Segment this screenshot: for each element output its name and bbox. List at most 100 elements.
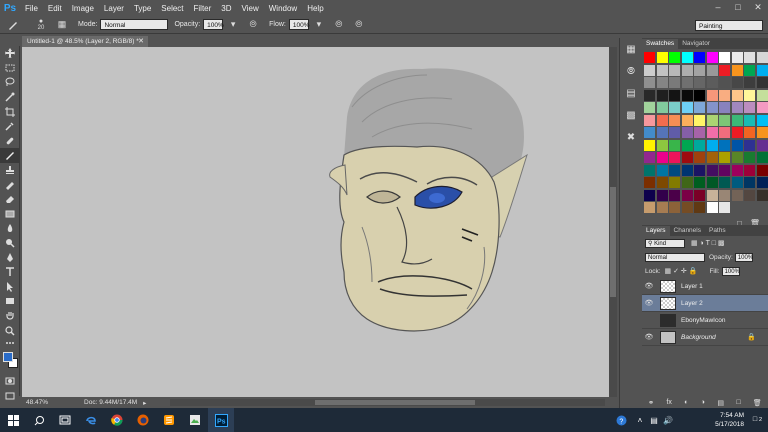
color-swatch[interactable] xyxy=(706,64,718,76)
opacity-arrow-icon[interactable]: ▾ xyxy=(226,18,240,32)
task-view-icon[interactable] xyxy=(52,408,78,432)
quick-mask-icon[interactable] xyxy=(0,374,20,389)
color-swatch[interactable] xyxy=(731,77,743,88)
color-swatch[interactable] xyxy=(694,102,705,113)
menu-window[interactable]: Window xyxy=(264,4,302,13)
color-swatch[interactable] xyxy=(656,102,668,113)
flow-arrow-icon[interactable]: ▾ xyxy=(312,18,326,32)
flow-field[interactable]: 100% xyxy=(288,19,310,30)
gradient-tool-icon[interactable] xyxy=(0,207,20,222)
canvas[interactable] xyxy=(22,47,609,397)
layer-style-icon[interactable]: fx xyxy=(666,399,671,408)
menu-help[interactable]: Help xyxy=(302,4,328,13)
color-swatch[interactable] xyxy=(669,114,680,126)
color-swatch[interactable] xyxy=(694,152,705,163)
color-swatch[interactable] xyxy=(731,52,743,63)
color-swatch[interactable] xyxy=(669,189,680,201)
brush-tool-icon[interactable] xyxy=(6,18,20,32)
tab-layers[interactable]: Layers xyxy=(642,226,670,236)
quick-select-tool-icon[interactable] xyxy=(0,90,20,105)
color-swatch[interactable] xyxy=(756,52,768,63)
doc-size-info[interactable]: Doc: 9.44M/17.4M xyxy=(84,399,137,406)
lasso-tool-icon[interactable] xyxy=(0,75,20,90)
new-group-icon[interactable]: ▤ xyxy=(717,399,724,408)
status-menu-icon[interactable]: ▸ xyxy=(143,399,146,407)
clock[interactable]: 7:54 AM 5/17/2018 xyxy=(715,411,744,429)
pen-tool-icon[interactable] xyxy=(0,250,20,265)
pressure-opacity-icon[interactable]: ⦾ xyxy=(246,18,260,32)
color-swatch[interactable] xyxy=(744,64,755,76)
color-swatch[interactable] xyxy=(669,89,680,101)
photos-app-icon[interactable] xyxy=(182,408,208,432)
color-swatch[interactable] xyxy=(719,139,730,151)
color-swatch[interactable] xyxy=(644,202,655,213)
color-swatch[interactable] xyxy=(719,89,730,101)
color-swatch[interactable] xyxy=(731,139,743,151)
color-swatch[interactable] xyxy=(744,102,755,113)
hand-tool-icon[interactable] xyxy=(0,309,20,324)
color-swatch[interactable] xyxy=(669,177,680,188)
color-swatch[interactable] xyxy=(756,189,768,201)
close-tab-icon[interactable]: ✕ xyxy=(138,36,144,47)
maximize-icon[interactable]: □ xyxy=(728,0,748,14)
brush-preset-picker[interactable]: ● 20 xyxy=(33,18,49,32)
eraser-tool-icon[interactable] xyxy=(0,192,20,207)
color-swatch[interactable] xyxy=(656,64,668,76)
color-swatch[interactable] xyxy=(719,114,730,126)
color-swatch[interactable] xyxy=(644,64,655,76)
screen-mode-icon[interactable] xyxy=(0,388,20,403)
brush-presets-icon[interactable]: ⦾ xyxy=(620,60,642,82)
layer-opacity-field[interactable]: 100% xyxy=(734,252,753,262)
layer-row[interactable]: 👁 Background 🔒 xyxy=(642,329,768,346)
mode-select[interactable]: Normal xyxy=(100,19,169,30)
delete-layer-icon[interactable]: 🗑 xyxy=(753,399,762,408)
color-swatch[interactable] xyxy=(744,139,755,151)
menu-type[interactable]: Type xyxy=(129,4,156,13)
color-swatch[interactable] xyxy=(694,202,705,213)
tool-presets-icon[interactable]: ✖ xyxy=(620,126,642,148)
layer-row[interactable]: EbonyMawIcon xyxy=(642,312,768,329)
edge-browser-icon[interactable] xyxy=(78,408,104,432)
color-swatch[interactable] xyxy=(731,152,743,163)
type-tool-icon[interactable] xyxy=(0,265,20,280)
color-swatch[interactable] xyxy=(731,177,743,188)
tab-navigator[interactable]: Navigator xyxy=(678,39,714,49)
path-selection-tool-icon[interactable] xyxy=(0,280,20,295)
help-icon[interactable]: ? xyxy=(608,408,634,432)
color-swatch[interactable] xyxy=(719,177,730,188)
color-swatch[interactable] xyxy=(656,52,668,63)
color-swatch[interactable] xyxy=(719,64,730,76)
menu-layer[interactable]: Layer xyxy=(99,4,129,13)
color-swatch[interactable] xyxy=(756,64,768,76)
search-icon[interactable] xyxy=(26,408,52,432)
color-swatch[interactable] xyxy=(644,52,655,63)
color-swatch[interactable] xyxy=(681,77,693,88)
horizontal-scroll-thumb[interactable] xyxy=(315,400,475,405)
menu-filter[interactable]: Filter xyxy=(189,4,217,13)
color-swatch[interactable] xyxy=(656,189,668,201)
firefox-browser-icon[interactable] xyxy=(130,408,156,432)
color-swatch[interactable] xyxy=(756,164,768,176)
color-swatch[interactable] xyxy=(681,64,693,76)
document-tab[interactable]: Untitled-1 @ 48.5% (Layer 2, RGB/8) * ✕ xyxy=(22,36,148,47)
color-swatch[interactable] xyxy=(644,77,655,88)
color-swatch[interactable] xyxy=(706,177,718,188)
color-swatch[interactable] xyxy=(681,52,693,63)
clone-stamp-tool-icon[interactable] xyxy=(0,163,20,178)
color-swatch[interactable] xyxy=(656,114,668,126)
color-swatch[interactable] xyxy=(644,177,655,188)
color-swatch[interactable] xyxy=(706,114,718,126)
color-swatch[interactable] xyxy=(731,127,743,138)
color-swatch[interactable] xyxy=(719,102,730,113)
history-panel-icon[interactable]: ▦ xyxy=(620,38,642,60)
color-swatch[interactable] xyxy=(694,89,705,101)
color-swatch[interactable] xyxy=(694,64,705,76)
color-swatch[interactable] xyxy=(644,114,655,126)
blur-tool-icon[interactable] xyxy=(0,221,20,236)
color-swatch[interactable] xyxy=(681,127,693,138)
color-swatch[interactable] xyxy=(706,77,718,88)
color-swatch[interactable] xyxy=(694,52,705,63)
color-swatch[interactable] xyxy=(681,114,693,126)
color-swatch[interactable] xyxy=(756,152,768,163)
color-swatch[interactable] xyxy=(706,189,718,201)
